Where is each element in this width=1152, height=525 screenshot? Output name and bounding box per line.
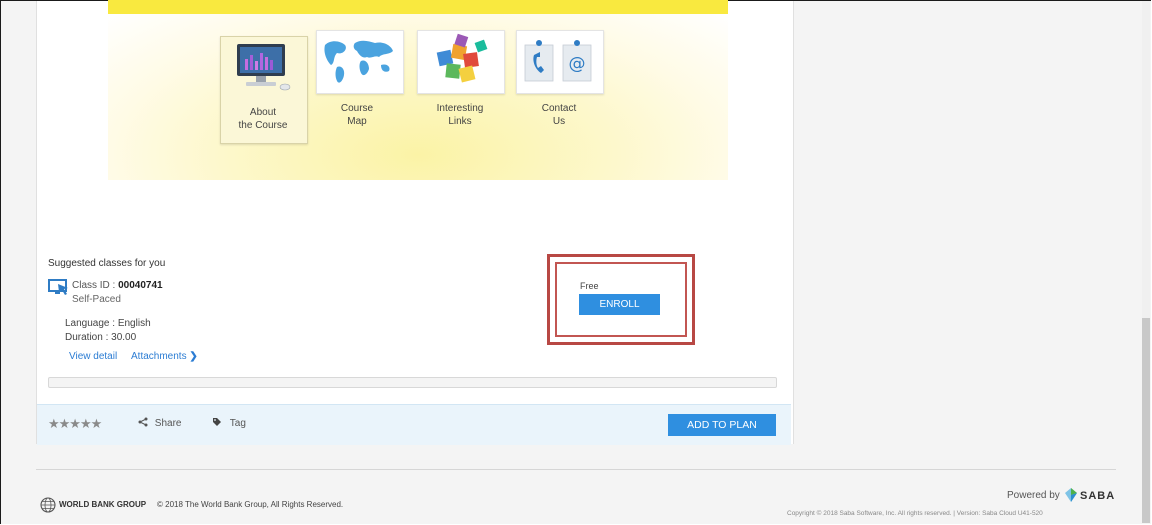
view-detail-link[interactable]: View detail — [69, 351, 117, 362]
tile-label-interesting-links: Interesting Links — [436, 103, 484, 127]
footer-divider — [36, 469, 1116, 470]
computer-monitor-icon — [237, 44, 291, 91]
tile-course-map[interactable] — [316, 30, 404, 94]
world-bank-globe-logo — [40, 497, 56, 513]
enroll-button[interactable]: ENROLL — [579, 294, 660, 315]
class-delivery-mode: Self-Paced — [72, 294, 121, 305]
class-duration: Duration : 30.00 — [65, 332, 137, 343]
footer-copyright: © 2018 The World Bank Group, All Rights … — [157, 500, 344, 509]
attachments-link[interactable]: Attachments ❯ — [131, 351, 198, 362]
suggested-classes-title: Suggested classes for you — [48, 258, 166, 269]
share-button[interactable]: Share — [138, 417, 181, 429]
attachments-label: Attachments — [131, 351, 187, 362]
saba-brand: SABA — [1080, 490, 1116, 502]
share-label: Share — [154, 418, 182, 429]
tile-interesting-links[interactable] — [417, 30, 505, 94]
tile-label-course-map: Course Map — [340, 103, 374, 127]
tile-contact-us[interactable]: @ — [516, 30, 604, 94]
class-id: Class ID : 00040741 — [72, 280, 163, 291]
saba-logo-icon — [1065, 488, 1077, 502]
class-list-bar — [48, 377, 777, 388]
online-class-icon — [48, 279, 68, 295]
powered-by-label: Powered by — [1007, 490, 1060, 501]
share-icon — [138, 417, 148, 427]
footer-org-name: WORLD BANK GROUP — [59, 500, 147, 509]
chevron-right-icon: ❯ — [189, 351, 198, 362]
add-to-plan-button[interactable]: ADD TO PLAN — [668, 414, 776, 436]
svg-text:@: @ — [569, 54, 586, 74]
class-id-label: Class ID : — [72, 280, 119, 291]
phone-email-icon: @ — [524, 40, 592, 82]
price-label: Free — [580, 281, 599, 291]
world-map-icon — [317, 31, 401, 91]
class-id-value: 00040741 — [118, 280, 163, 291]
scrollbar-thumb[interactable] — [1142, 318, 1150, 523]
puzzle-cube-icon — [436, 33, 488, 83]
class-language: Language : English — [65, 318, 151, 329]
tag-icon — [213, 418, 221, 426]
tile-label-about: About the Course — [238, 107, 288, 131]
tag-label: Tag — [229, 418, 246, 429]
tag-button[interactable]: Tag — [212, 417, 246, 429]
saba-copyright: Copyright © 2018 Saba Software, Inc. All… — [787, 510, 1043, 517]
tile-label-contact-us: Contact Us — [541, 103, 577, 127]
banner-top-strip — [108, 0, 728, 14]
rating-stars[interactable]: ★★★★★ — [48, 416, 102, 432]
